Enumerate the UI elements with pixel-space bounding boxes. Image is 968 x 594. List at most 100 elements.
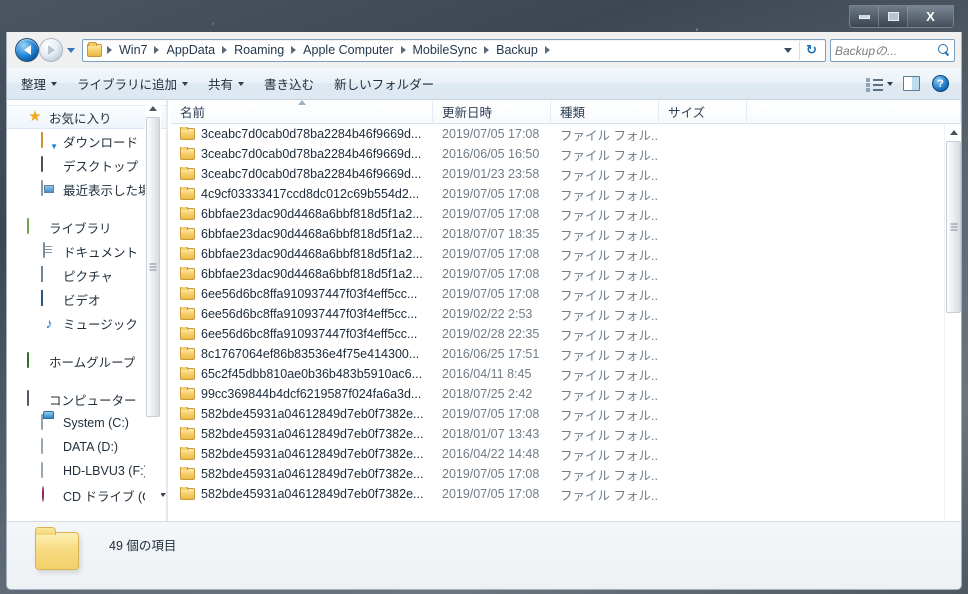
- sidebar-item-label: ミュージック: [63, 317, 138, 332]
- toolbar-button-new-folder[interactable]: 新しいフォルダー: [324, 69, 444, 98]
- table-row[interactable]: 582bde45931a04612849d7eb0f7382e... 2019/0…: [171, 464, 944, 484]
- toolbar-button-add-to-library[interactable]: ライブラリに追加: [67, 69, 198, 98]
- scrollbar-track[interactable]: [145, 117, 161, 538]
- column-header-size[interactable]: サイズ: [659, 100, 747, 124]
- toolbar-button-share[interactable]: 共有: [198, 69, 254, 98]
- toolbar-button-burn[interactable]: 書き込む: [254, 69, 324, 98]
- sidebar-scrollbar[interactable]: [145, 100, 161, 555]
- table-row[interactable]: 582bde45931a04612849d7eb0f7382e... 2018/0…: [171, 424, 944, 444]
- sidebar-item-cd-drive-g[interactable]: CD ドライブ (G: [7, 483, 166, 507]
- table-row[interactable]: 6bbfae23dac90d4468a6bbf818d5f1a2... 2019/…: [171, 264, 944, 284]
- toolbar-button-organize[interactable]: 整理: [11, 69, 67, 98]
- folder-icon: [180, 467, 195, 480]
- file-date-cell: 2018/07/07 18:35: [442, 227, 540, 241]
- column-header-type[interactable]: 種類: [551, 100, 659, 124]
- search-icon[interactable]: [938, 44, 950, 56]
- table-row[interactable]: 4c9cf03333417ccd8dc012c69b554d2... 2019/0…: [171, 184, 944, 204]
- file-name-label: 4c9cf03333417ccd8dc012c69b554d2...: [201, 187, 420, 201]
- back-button[interactable]: [15, 38, 39, 62]
- file-name-cell: 582bde45931a04612849d7eb0f7382e...: [171, 427, 433, 441]
- file-name-cell: 6bbfae23dac90d4468a6bbf818d5f1a2...: [171, 227, 433, 241]
- navigation-pane: ★ お気に入り ダウンロード デスクトップ 最近表示した場: [7, 100, 167, 555]
- sidebar-item-system-c[interactable]: System (C:): [7, 411, 166, 435]
- breadcrumb-item-roaming[interactable]: Roaming: [230, 41, 288, 59]
- help-icon[interactable]: ?: [932, 75, 949, 92]
- address-bar[interactable]: Win7 AppData Roaming Apple Computer Mobi…: [82, 38, 826, 62]
- file-name-cell: 3ceabc7d0cab0d78ba2284b46f9669d...: [171, 147, 433, 161]
- table-row[interactable]: 6bbfae23dac90d4468a6bbf818d5f1a2... 2019/…: [171, 244, 944, 264]
- navigation-list: ★ お気に入り ダウンロード デスクトップ 最近表示した場: [7, 100, 166, 507]
- scroll-up-button[interactable]: [145, 100, 161, 117]
- breadcrumb-item-appdata[interactable]: AppData: [162, 41, 219, 59]
- scrollbar-thumb[interactable]: [146, 117, 160, 417]
- sidebar-item-libraries[interactable]: ライブラリ: [7, 215, 166, 239]
- sidebar-item-label: System (C:): [63, 416, 129, 430]
- sidebar-item-videos[interactable]: ビデオ: [7, 287, 166, 311]
- table-row[interactable]: 6ee56d6bc8ffa910937447f03f4eff5cc... 2019…: [171, 284, 944, 304]
- column-header-name[interactable]: 名前: [171, 100, 433, 124]
- table-row[interactable]: 582bde45931a04612849d7eb0f7382e... 2016/0…: [171, 444, 944, 464]
- file-date-cell: 2019/07/05 17:08: [442, 187, 540, 201]
- view-chevron-down-icon[interactable]: [887, 81, 893, 86]
- folder-icon: [180, 387, 195, 400]
- close-button[interactable]: X: [908, 6, 953, 27]
- sidebar-item-desktop[interactable]: デスクトップ: [7, 153, 166, 177]
- minimize-button[interactable]: [850, 6, 879, 27]
- table-row[interactable]: 65c2f45dbb810ae0b36b483b5910ac6... 2016/0…: [171, 364, 944, 384]
- scrollbar-thumb[interactable]: [946, 141, 961, 313]
- table-row[interactable]: 6ee56d6bc8ffa910937447f03f4eff5cc... 2019…: [171, 304, 944, 324]
- sidebar-item-music[interactable]: ♪ ミュージック: [7, 311, 166, 335]
- preview-pane-icon[interactable]: [903, 76, 920, 91]
- table-row[interactable]: 582bde45931a04612849d7eb0f7382e... 2019/0…: [171, 404, 944, 424]
- breadcrumb-item-apple-computer[interactable]: Apple Computer: [299, 41, 397, 59]
- table-row[interactable]: 99cc369844b4dcf6219587f024fa6a3d... 2018/…: [171, 384, 944, 404]
- table-row[interactable]: 3ceabc7d0cab0d78ba2284b46f9669d... 2019/0…: [171, 164, 944, 184]
- restore-icon: [887, 12, 899, 21]
- file-name-label: 99cc369844b4dcf6219587f024fa6a3d...: [201, 387, 422, 401]
- breadcrumb-item-mobilesync[interactable]: MobileSync: [409, 41, 482, 59]
- recent-pages-chevron-down-icon[interactable]: [67, 47, 75, 53]
- sidebar-item-documents[interactable]: ドキュメント: [7, 239, 166, 263]
- forward-button[interactable]: [39, 38, 63, 62]
- sidebar-item-pictures[interactable]: ピクチャ: [7, 263, 166, 287]
- breadcrumb-item-backup[interactable]: Backup: [492, 41, 542, 59]
- file-name-cell: 582bde45931a04612849d7eb0f7382e...: [171, 447, 433, 461]
- file-date-cell: 2019/07/05 17:08: [442, 407, 540, 421]
- table-row[interactable]: 6ee56d6bc8ffa910937447f03f4eff5cc... 2019…: [171, 324, 944, 344]
- file-name-label: 3ceabc7d0cab0d78ba2284b46f9669d...: [201, 167, 422, 181]
- file-name-cell: 582bde45931a04612849d7eb0f7382e...: [171, 487, 433, 501]
- table-row[interactable]: 6bbfae23dac90d4468a6bbf818d5f1a2... 2018/…: [171, 224, 944, 244]
- refresh-icon[interactable]: ↻: [800, 42, 823, 58]
- file-name-cell: 3ceabc7d0cab0d78ba2284b46f9669d...: [171, 167, 433, 181]
- sidebar-item-hd-lbvu3-f[interactable]: HD-LBVU3 (F:): [7, 459, 166, 483]
- table-row[interactable]: 3ceabc7d0cab0d78ba2284b46f9669d... 2019/0…: [171, 124, 944, 144]
- sidebar-item-data-d[interactable]: DATA (D:): [7, 435, 166, 459]
- table-row[interactable]: 582bde45931a04612849d7eb0f7382e... 2019/0…: [171, 484, 944, 504]
- status-bar: 49 個の項目: [7, 521, 961, 589]
- file-date-cell: 2018/01/07 13:43: [442, 427, 540, 441]
- table-row[interactable]: 3ceabc7d0cab0d78ba2284b46f9669d... 2016/0…: [171, 144, 944, 164]
- sidebar-item-downloads[interactable]: ダウンロード: [7, 129, 166, 153]
- file-type-cell: ファイル フォル...: [560, 348, 659, 363]
- change-view-icon[interactable]: [866, 77, 883, 92]
- sidebar-item-recent-places[interactable]: 最近表示した場: [7, 177, 166, 201]
- toolbar-label: 共有: [208, 78, 234, 92]
- scroll-up-button[interactable]: [945, 124, 961, 141]
- table-row[interactable]: 8c1767064ef86b83536e4f75e414300... 2016/0…: [171, 344, 944, 364]
- sidebar-item-computer[interactable]: コンピューター: [7, 387, 166, 411]
- address-dropdown-chevron-down-icon[interactable]: [784, 47, 792, 53]
- file-name-cell: 8c1767064ef86b83536e4f75e414300...: [171, 347, 433, 361]
- sidebar-item-homegroup[interactable]: ホームグループ: [7, 349, 166, 373]
- file-list-scrollbar[interactable]: [944, 124, 961, 555]
- file-name-label: 6bbfae23dac90d4468a6bbf818d5f1a2...: [201, 207, 423, 221]
- sidebar-item-favorites[interactable]: ★ お気に入り: [7, 105, 166, 129]
- file-name-cell: 4c9cf03333417ccd8dc012c69b554d2...: [171, 187, 433, 201]
- column-header-date-modified[interactable]: 更新日時: [433, 100, 551, 124]
- scrollbar-track[interactable]: [945, 141, 961, 538]
- file-name-label: 65c2f45dbb810ae0b36b483b5910ac6...: [201, 367, 423, 381]
- file-date-cell: 2016/04/22 14:48: [442, 447, 540, 461]
- search-input[interactable]: Backupの...: [830, 38, 955, 62]
- breadcrumb-item-win7[interactable]: Win7: [115, 41, 151, 59]
- table-row[interactable]: 6bbfae23dac90d4468a6bbf818d5f1a2... 2019/…: [171, 204, 944, 224]
- restore-button[interactable]: [879, 6, 908, 27]
